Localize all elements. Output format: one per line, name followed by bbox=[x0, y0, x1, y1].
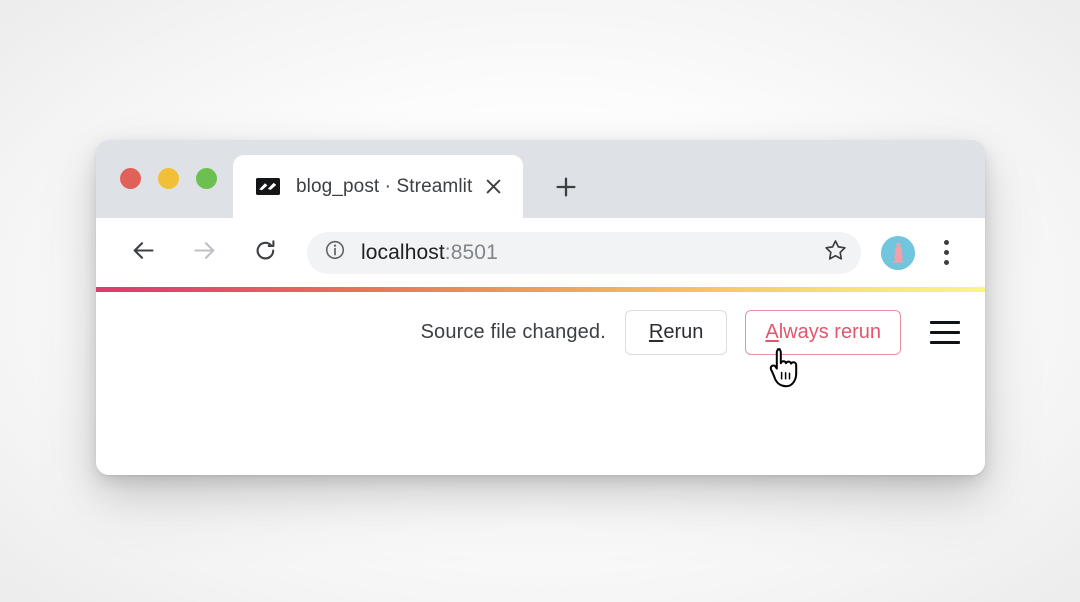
rerun-button[interactable]: Rerun bbox=[625, 310, 727, 355]
forward-button[interactable] bbox=[183, 232, 225, 274]
hamburger-menu-icon[interactable] bbox=[927, 315, 963, 351]
address-bar-url: localhost:8501 bbox=[361, 241, 498, 265]
streamlit-app-body: Source file changed. Rerun Always rerun bbox=[96, 292, 985, 475]
rerun-button-label: erun bbox=[663, 321, 703, 343]
address-bar[interactable]: localhost:8501 bbox=[307, 232, 861, 274]
address-bar-port: :8501 bbox=[445, 241, 498, 264]
address-bar-host: localhost bbox=[361, 241, 445, 264]
new-tab-button[interactable] bbox=[548, 169, 584, 205]
browser-window: blog_post · Streamlit bbox=[96, 140, 985, 475]
three-dot-menu-icon bbox=[944, 240, 949, 265]
always-rerun-button[interactable]: Always rerun bbox=[745, 310, 901, 355]
page-root: blog_post · Streamlit bbox=[0, 0, 1080, 602]
tab-close-icon[interactable] bbox=[480, 174, 506, 200]
source-file-changed-message: Source file changed. bbox=[421, 321, 606, 344]
window-close-button[interactable] bbox=[120, 168, 141, 189]
profile-avatar[interactable] bbox=[881, 236, 915, 270]
window-traffic-lights bbox=[120, 168, 217, 189]
back-button[interactable] bbox=[122, 232, 164, 274]
info-circle-icon[interactable] bbox=[324, 239, 346, 266]
browser-tab[interactable]: blog_post · Streamlit bbox=[233, 155, 523, 218]
window-maximize-button[interactable] bbox=[196, 168, 217, 189]
bookmark-star-button[interactable] bbox=[818, 236, 852, 270]
window-minimize-button[interactable] bbox=[158, 168, 179, 189]
browser-tab-strip: blog_post · Streamlit bbox=[96, 140, 985, 218]
browser-tab-title: blog_post · Streamlit bbox=[296, 176, 472, 198]
reload-icon bbox=[253, 238, 278, 268]
rerun-button-accesskey: R bbox=[649, 321, 663, 343]
always-rerun-button-label: lways rerun bbox=[779, 321, 881, 343]
arrow-right-icon bbox=[192, 238, 217, 268]
star-outline-icon bbox=[823, 238, 848, 268]
browser-menu-button[interactable] bbox=[929, 234, 963, 272]
streamlit-status-bar: Source file changed. Rerun Always rerun bbox=[96, 310, 985, 355]
reload-button[interactable] bbox=[244, 232, 286, 274]
browser-toolbar: localhost:8501 bbox=[96, 218, 985, 287]
streamlit-logo-icon bbox=[256, 178, 280, 195]
streamlit-app-viewport: Source file changed. Rerun Always rerun bbox=[96, 287, 985, 475]
always-rerun-button-accesskey: A bbox=[765, 321, 778, 343]
arrow-left-icon bbox=[131, 238, 156, 268]
